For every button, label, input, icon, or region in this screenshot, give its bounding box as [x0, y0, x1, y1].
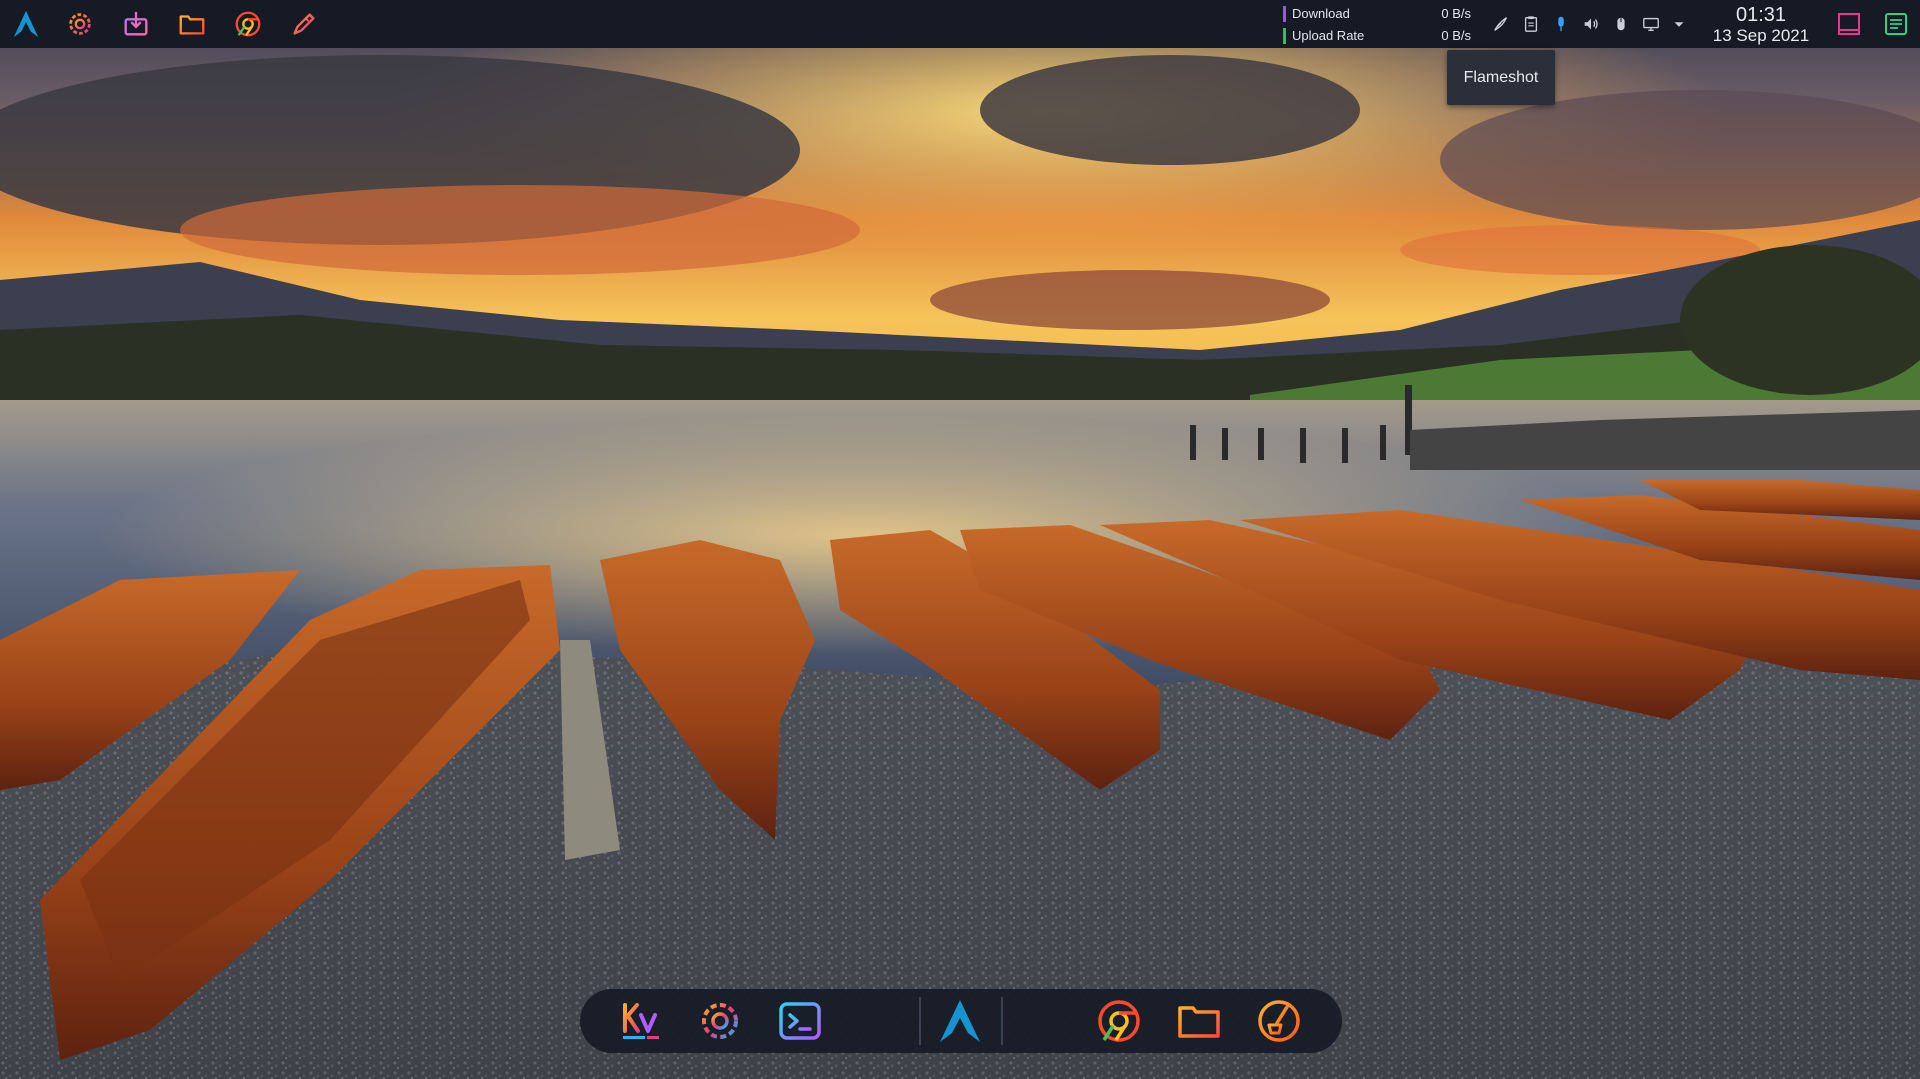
network-monitor[interactable]: Download 0 B/s Upload Rate 0 B/s — [1283, 4, 1473, 44]
clock-time: 01:31 — [1735, 4, 1787, 26]
dock-separator — [1001, 997, 1003, 1045]
desktop[interactable]: Download 0 B/s Upload Rate 0 B/s 01:31 1… — [0, 0, 1920, 1079]
folder-icon — [179, 15, 205, 35]
arch-logo-icon — [940, 1000, 980, 1042]
wallpaper — [0, 0, 1920, 1079]
download-value: 0 B/s — [1441, 6, 1471, 21]
dock-arch-menu[interactable] — [935, 997, 985, 1045]
chevron-down-icon — [1674, 22, 1684, 27]
tray-microphone[interactable] — [1550, 13, 1572, 35]
microphone-icon — [1558, 16, 1564, 32]
clock-date: 13 Sep 2021 — [1712, 26, 1810, 45]
file-manager-launcher[interactable] — [172, 4, 212, 44]
software-center-icon — [124, 11, 148, 36]
dock-cleaner[interactable] — [1254, 997, 1304, 1045]
monitor-icon — [1643, 17, 1659, 31]
flameshot-icon — [1494, 17, 1508, 31]
show-desktop-button[interactable] — [1834, 9, 1864, 39]
dock-separator — [919, 997, 921, 1045]
mouse-icon — [1617, 17, 1625, 31]
speaker-icon — [1584, 18, 1598, 30]
broom-icon — [1258, 1000, 1300, 1042]
pen-icon — [293, 13, 315, 35]
dock — [580, 989, 1342, 1053]
chrome-icon — [235, 11, 261, 37]
arch-logo-icon — [13, 10, 39, 38]
kate-launcher[interactable] — [284, 4, 324, 44]
tray-volume[interactable] — [1580, 13, 1602, 35]
download-label: Download — [1292, 6, 1350, 21]
download-color-bar — [1283, 6, 1286, 22]
upload-label: Upload Rate — [1292, 28, 1365, 43]
gear-icon — [702, 1003, 738, 1039]
dock-chrome[interactable] — [1094, 997, 1144, 1045]
notes-icon — [1885, 13, 1907, 35]
system-settings-launcher[interactable] — [60, 4, 100, 44]
download-row: Download 0 B/s — [1283, 5, 1473, 23]
kvantum-icon — [623, 1003, 659, 1039]
upload-value: 0 B/s — [1441, 28, 1471, 43]
dock-kvantum[interactable] — [616, 997, 666, 1045]
dock-system-settings[interactable] — [695, 997, 745, 1045]
tray-mouse[interactable] — [1610, 13, 1632, 35]
chrome-launcher[interactable] — [228, 4, 268, 44]
app-launcher-button[interactable] — [6, 4, 46, 44]
dock-terminal[interactable] — [775, 997, 825, 1045]
upload-row: Upload Rate 0 B/s — [1283, 27, 1473, 45]
upload-color-bar — [1283, 28, 1286, 44]
discover-launcher[interactable] — [116, 4, 156, 44]
notes-widget-button[interactable] — [1881, 9, 1911, 39]
flameshot-tooltip: Flameshot — [1447, 50, 1555, 105]
tray-display[interactable] — [1640, 13, 1662, 35]
top-panel: Download 0 B/s Upload Rate 0 B/s 01:31 1… — [0, 0, 1920, 48]
terminal-icon — [779, 1002, 821, 1040]
folder-icon — [1178, 1006, 1220, 1038]
tray-clipboard[interactable] — [1520, 13, 1542, 35]
tray-expander[interactable] — [1668, 13, 1690, 35]
gear-icon — [69, 13, 91, 35]
window-icon — [1838, 13, 1860, 35]
tray-flameshot[interactable] — [1490, 13, 1512, 35]
chrome-icon — [1098, 1000, 1140, 1042]
dock-file-manager[interactable] — [1174, 997, 1224, 1045]
clipboard-icon — [1524, 16, 1538, 32]
digital-clock[interactable]: 01:31 13 Sep 2021 — [1704, 4, 1818, 46]
